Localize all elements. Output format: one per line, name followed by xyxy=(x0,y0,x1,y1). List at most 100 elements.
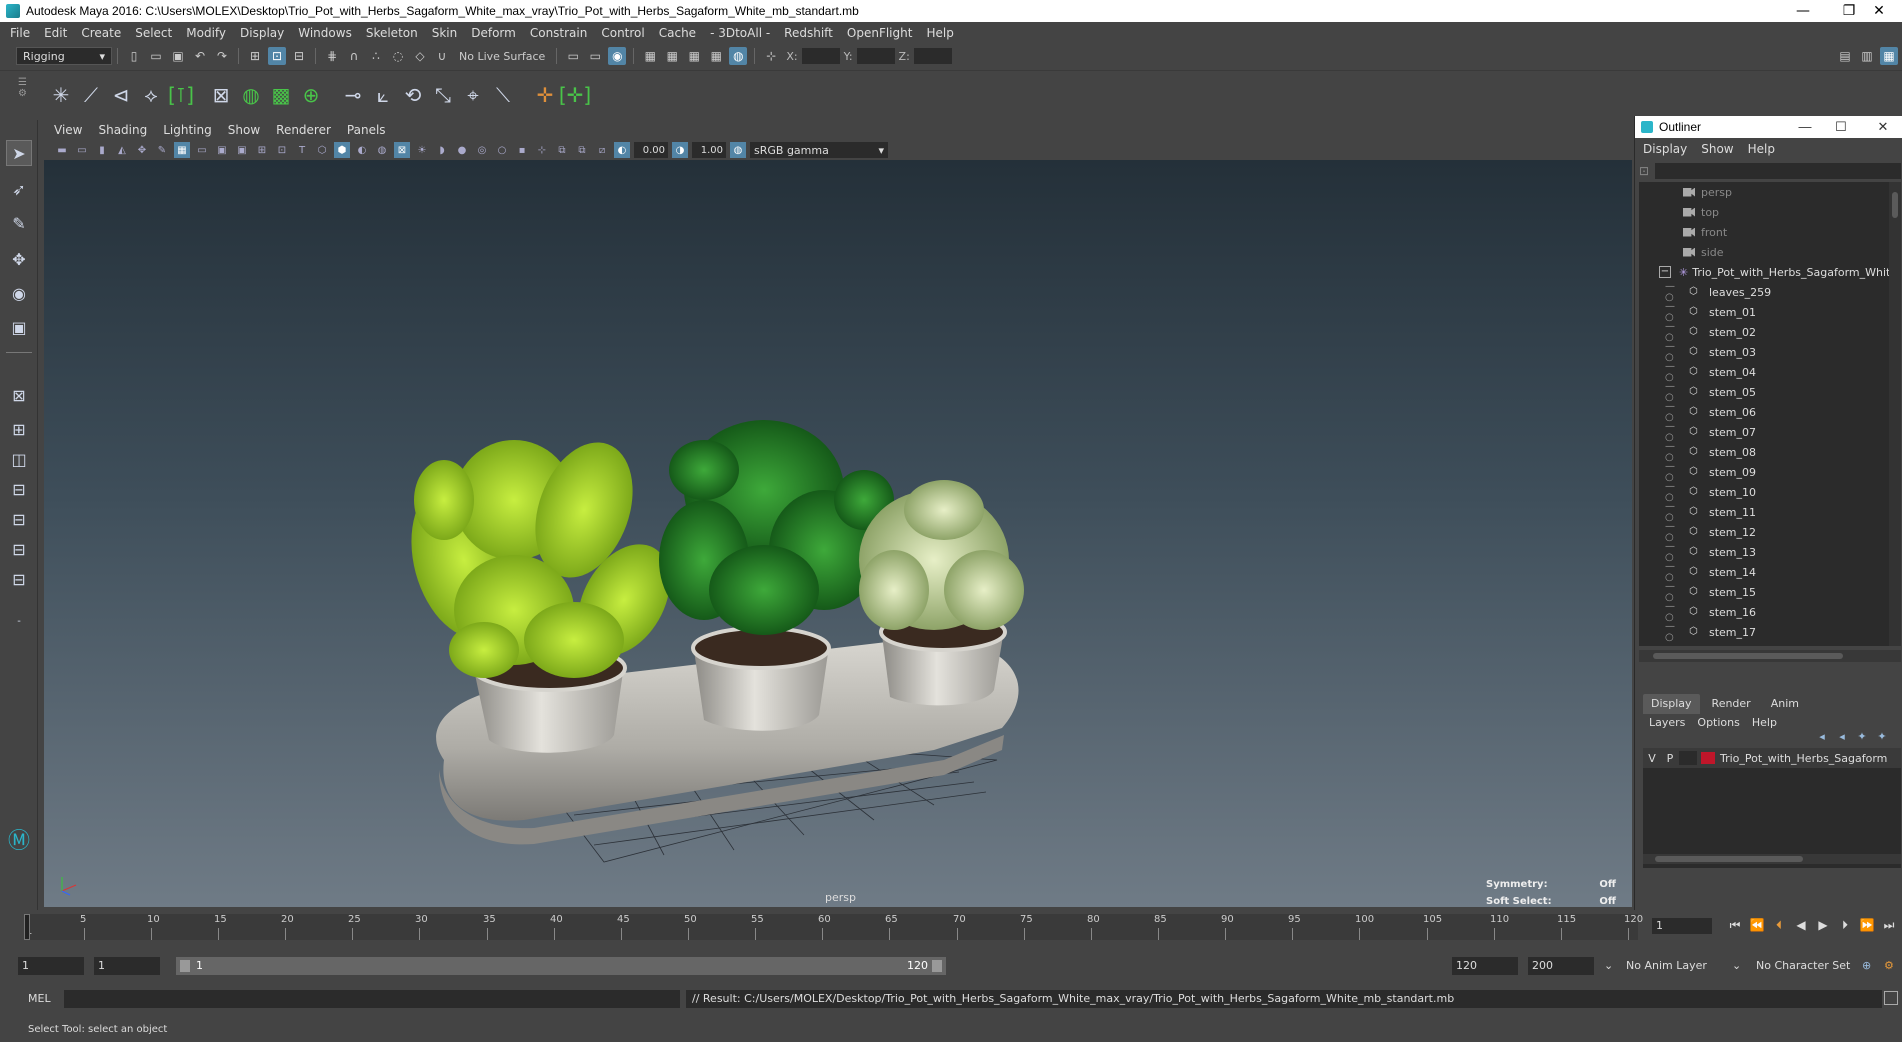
menu-windows[interactable]: Windows xyxy=(298,26,352,40)
menu-edit[interactable]: Edit xyxy=(44,26,67,40)
chevron-down-icon[interactable]: ⌄ xyxy=(1604,957,1613,975)
redo-icon[interactable]: ↷ xyxy=(213,47,231,65)
point-constraint-icon[interactable]: ⊸ xyxy=(338,80,368,110)
locator-icon[interactable]: ✛ xyxy=(530,80,560,110)
outliner-menu-help[interactable]: Help xyxy=(1748,142,1775,156)
outliner-camera-item[interactable]: side xyxy=(1639,242,1901,262)
xray-icon[interactable]: ⧉ xyxy=(554,142,570,158)
joint-tool-icon[interactable]: ✳ xyxy=(46,80,76,110)
tab-render-layers[interactable]: Render xyxy=(1704,694,1759,714)
panel-menu-view[interactable]: View xyxy=(54,123,82,137)
panel-menu-lighting[interactable]: Lighting xyxy=(163,123,212,137)
layer-menu-layers[interactable]: Layers xyxy=(1649,716,1685,729)
outliner-maximize-button[interactable]: ☐ xyxy=(1821,116,1861,138)
outliner-mesh-item[interactable]: —○ ⬡ stem_14 xyxy=(1639,561,1901,583)
move-layer-up-icon[interactable]: ◂ xyxy=(1812,730,1832,743)
character-set-dropdown[interactable]: No Character Set xyxy=(1756,957,1850,975)
xray-components-icon[interactable]: ⧄ xyxy=(594,142,610,158)
outliner-mesh-item[interactable]: —○ ⬡ stem_08 xyxy=(1639,441,1901,463)
outliner-mesh-item[interactable]: —○ ⬡ stem_17 xyxy=(1639,621,1901,643)
snap-surface-icon[interactable]: ◇ xyxy=(411,47,429,65)
outliner-camera-item[interactable]: persp xyxy=(1639,182,1901,202)
textured-icon[interactable]: ⊠ xyxy=(394,142,410,158)
magnet-icon[interactable]: ∪ xyxy=(433,47,451,65)
two-pane-layout-icon[interactable]: ◫ xyxy=(6,446,32,472)
range-bar[interactable]: 1 120 xyxy=(176,957,946,975)
scale-constraint-icon[interactable]: ⤡ xyxy=(428,80,458,110)
render-settings-icon[interactable]: ▦ xyxy=(707,47,725,65)
layer-playback-toggle[interactable]: P xyxy=(1661,752,1679,765)
grid-icon[interactable]: ▦ xyxy=(174,142,190,158)
open-scene-icon[interactable]: ▭ xyxy=(147,47,165,65)
use-all-lights-icon[interactable]: ☀ xyxy=(414,142,430,158)
layer-hscroll[interactable] xyxy=(1643,854,1901,864)
outliner-mesh-item[interactable]: —○ ⬡ leaves_259 xyxy=(1639,281,1901,303)
live-surface-label[interactable]: No Live Surface xyxy=(459,50,545,63)
resolution-gate-icon[interactable]: ▣ xyxy=(214,142,230,158)
snap-curve-icon[interactable]: ∩ xyxy=(345,47,363,65)
gate-mask-icon[interactable]: ▣ xyxy=(234,142,250,158)
outliner-mesh-item[interactable]: —○ ⬡ stem_11 xyxy=(1639,501,1901,523)
auto-key-icon[interactable]: ⊕ xyxy=(1862,957,1871,975)
menu-modify[interactable]: Modify xyxy=(186,26,226,40)
outliner-vscroll[interactable] xyxy=(1889,182,1901,646)
wireframe-on-shaded-icon[interactable]: ◍ xyxy=(374,142,390,158)
menu-file[interactable]: File xyxy=(10,26,30,40)
outliner-mesh-item[interactable]: —○ ⬡ stem_15 xyxy=(1639,581,1901,603)
perspective-viewport[interactable]: Symmetry: Off Soft Select: Off xyxy=(44,160,1632,907)
rig-bracket-icon[interactable]: [✛] xyxy=(559,80,591,110)
menu-display[interactable]: Display xyxy=(240,26,284,40)
exposure-icon[interactable]: ◐ xyxy=(614,142,630,158)
transform-mode-icon[interactable]: ⊹ xyxy=(762,47,780,65)
tab-anim-layers[interactable]: Anim xyxy=(1763,694,1807,714)
wireframe-icon[interactable]: ⬡ xyxy=(314,142,330,158)
menu-skeleton[interactable]: Skeleton xyxy=(366,26,418,40)
playback-end-field[interactable]: 120 xyxy=(1452,957,1518,975)
y-field[interactable] xyxy=(856,48,895,64)
smooth-bind-icon[interactable]: ◍ xyxy=(236,80,266,110)
current-time-marker[interactable] xyxy=(24,914,30,940)
panel-menu-show[interactable]: Show xyxy=(228,123,260,137)
smooth-shade-icon[interactable]: ⬢ xyxy=(334,142,350,158)
menu-cache[interactable]: Cache xyxy=(659,26,696,40)
select-component-icon[interactable]: ⊟ xyxy=(290,47,308,65)
time-ruler[interactable]: 1 51015202530354045505560657075808590951… xyxy=(24,914,1643,940)
menu-openflight[interactable]: OpenFlight xyxy=(847,26,913,40)
persp-outliner-layout-icon[interactable]: ⊟ xyxy=(6,476,32,502)
outliner-mesh-item[interactable]: —○ ⬡ stem_04 xyxy=(1639,361,1901,383)
outliner-mesh-item[interactable]: —○ ⬡ stem_01 xyxy=(1639,301,1901,323)
close-button[interactable]: ✕ xyxy=(1856,0,1902,22)
outliner-mesh-item[interactable]: —○ ⬡ stem_10 xyxy=(1639,481,1901,503)
range-start-handle[interactable] xyxy=(180,960,190,972)
outliner-tree[interactable]: persp top front side − ✳ Trio_Pot_with_H… xyxy=(1639,182,1901,646)
pole-vector-icon[interactable]: ⟍ xyxy=(488,80,518,110)
mirror-joint-icon[interactable]: ⊲ xyxy=(106,80,136,110)
layer-menu-options[interactable]: Options xyxy=(1697,716,1739,729)
anim-layer-dropdown[interactable]: No Anim Layer xyxy=(1626,957,1707,975)
motion-blur-icon[interactable]: ◎ xyxy=(474,142,490,158)
view-transform-dropdown[interactable]: sRGB gamma ▾ xyxy=(750,142,888,158)
outliner-hscroll[interactable] xyxy=(1639,650,1901,662)
collapse-icon[interactable]: − xyxy=(1659,266,1671,278)
attribute-editor-icon[interactable]: ▥ xyxy=(1858,47,1876,65)
select-camera-icon[interactable]: ▬ xyxy=(54,142,70,158)
aim-constraint-icon[interactable]: ⟀ xyxy=(368,80,398,110)
step-back-key-icon[interactable]: ⏪ xyxy=(1746,918,1768,933)
menu-3dtoall[interactable]: - 3DtoAll - xyxy=(710,26,770,40)
menu-select[interactable]: Select xyxy=(135,26,172,40)
bookmark-icon[interactable]: ▮ xyxy=(94,142,110,158)
minimize-button[interactable]: — xyxy=(1780,0,1826,22)
move-tool-icon[interactable]: ✥ xyxy=(6,246,32,272)
safe-title-icon[interactable]: T xyxy=(294,142,310,158)
layer-row[interactable]: V P Trio_Pot_with_Herbs_Sagaform xyxy=(1643,748,1901,768)
outliner-mesh-item[interactable]: —○ ⬡ stem_12 xyxy=(1639,521,1901,543)
xray-joints-icon[interactable]: ⧉ xyxy=(574,142,590,158)
cluster-icon[interactable]: ⊕ xyxy=(296,80,326,110)
outliner-mesh-item[interactable]: —○ ⬡ stem_13 xyxy=(1639,541,1901,563)
layer-menu-help[interactable]: Help xyxy=(1752,716,1777,729)
render-view-icon[interactable]: ▦ xyxy=(641,47,659,65)
gamma-icon[interactable]: ◑ xyxy=(672,142,688,158)
menuset-dropdown[interactable]: Rigging ▾ xyxy=(16,47,112,65)
menu-deform[interactable]: Deform xyxy=(471,26,516,40)
panel-menu-shading[interactable]: Shading xyxy=(98,123,147,137)
